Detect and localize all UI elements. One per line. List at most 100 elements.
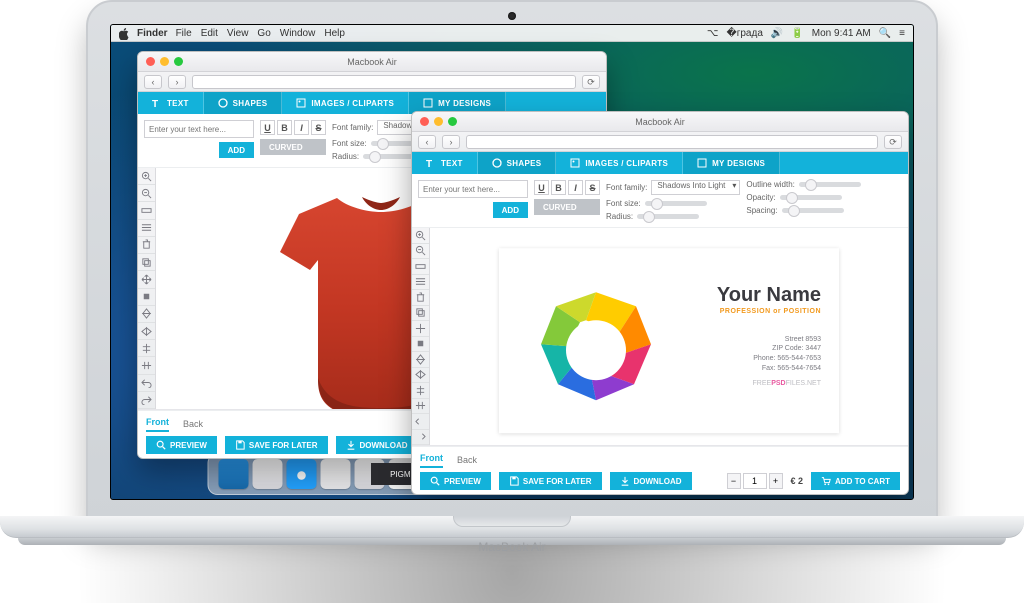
spotlight-icon[interactable]: 🔍 — [879, 28, 891, 39]
text-input[interactable] — [144, 120, 254, 138]
battery-icon[interactable]: 🔋 — [791, 28, 803, 39]
dock-mail[interactable] — [321, 459, 351, 489]
view-back[interactable]: Back — [183, 419, 203, 432]
menubar-view[interactable]: View — [227, 28, 249, 39]
redo-tool[interactable] — [412, 430, 429, 446]
menubar-help[interactable]: Help — [324, 28, 345, 39]
spacing-slider[interactable] — [782, 208, 844, 213]
strike-button[interactable]: S — [311, 120, 326, 135]
bold-button[interactable]: B — [551, 180, 566, 195]
font-size-slider[interactable] — [645, 201, 707, 206]
tab-mydesigns[interactable]: MY DESIGNS — [683, 152, 780, 174]
ruler-tool[interactable] — [138, 202, 155, 219]
apple-menu-icon[interactable] — [119, 28, 129, 38]
wifi-icon[interactable]: �града — [726, 28, 762, 39]
dock-launchpad[interactable] — [253, 459, 283, 489]
align-h-tool[interactable] — [412, 383, 429, 399]
address-bar[interactable] — [466, 135, 878, 149]
undo-tool[interactable] — [138, 375, 155, 392]
download-icon — [346, 440, 356, 450]
font-family-select[interactable]: Shadows Into Light — [651, 180, 740, 195]
menubar-edit[interactable]: Edit — [201, 28, 218, 39]
qty-increment[interactable]: + — [769, 473, 783, 489]
download-button[interactable]: DOWNLOAD — [336, 436, 418, 454]
dock-finder[interactable] — [219, 459, 249, 489]
reload-button[interactable]: ⟳ — [582, 75, 600, 89]
zoom-out-tool[interactable] — [138, 185, 155, 202]
bold-button[interactable]: B — [277, 120, 292, 135]
save-button[interactable]: SAVE FOR LATER — [499, 472, 602, 490]
menubar-go[interactable]: Go — [257, 28, 270, 39]
window-titlebar[interactable]: Macbook Air — [138, 52, 606, 72]
dock-safari[interactable] — [287, 459, 317, 489]
menubar-window[interactable]: Window — [280, 28, 316, 39]
tab-images[interactable]: IMAGES / CLIPARTS — [556, 152, 683, 174]
flip-h-tool[interactable] — [138, 323, 155, 340]
tab-shapes[interactable]: SHAPES — [478, 152, 557, 174]
flip-v-tool[interactable] — [138, 306, 155, 323]
notification-center-icon[interactable]: ≡ — [899, 28, 905, 39]
save-button[interactable]: SAVE FOR LATER — [225, 436, 328, 454]
add-button[interactable]: ADD — [219, 142, 254, 158]
preview-button[interactable]: PREVIEW — [146, 436, 217, 454]
bring-front-tool[interactable] — [412, 337, 429, 353]
zoom-in-tool[interactable] — [412, 228, 429, 244]
opacity-slider[interactable] — [780, 195, 842, 200]
flip-h-tool[interactable] — [412, 368, 429, 384]
text-input[interactable] — [418, 180, 528, 198]
tab-text[interactable]: TTEXT — [412, 152, 478, 174]
underline-button[interactable]: U — [534, 180, 549, 195]
delete-tool[interactable] — [412, 290, 429, 306]
tab-images[interactable]: IMAGES / CLIPARTS — [282, 92, 409, 114]
zoom-out-tool[interactable] — [412, 244, 429, 260]
curved-button[interactable]: CURVED — [260, 139, 326, 155]
bring-front-tool[interactable] — [138, 289, 155, 306]
italic-button[interactable]: I — [568, 180, 583, 195]
ruler-tool[interactable] — [412, 259, 429, 275]
back-button[interactable]: ‹ — [144, 75, 162, 89]
grid-tool[interactable] — [138, 220, 155, 237]
align-v-tool[interactable] — [138, 357, 155, 374]
outline-width-slider[interactable] — [799, 182, 861, 187]
tab-shapes[interactable]: SHAPES — [204, 92, 283, 114]
qty-decrement[interactable]: − — [727, 473, 741, 489]
add-to-cart-button[interactable]: ADD TO CART — [811, 472, 900, 490]
redo-tool[interactable] — [138, 392, 155, 409]
strike-button[interactable]: S — [585, 180, 600, 195]
back-button[interactable]: ‹ — [418, 135, 436, 149]
curved-button[interactable]: CURVED — [534, 199, 600, 215]
zoom-in-tool[interactable] — [138, 168, 155, 185]
flip-v-tool[interactable] — [412, 352, 429, 368]
radius-slider[interactable] — [637, 214, 699, 219]
duplicate-tool[interactable] — [412, 306, 429, 322]
forward-button[interactable]: › — [442, 135, 460, 149]
view-front[interactable]: Front — [420, 453, 443, 468]
address-bar[interactable] — [192, 75, 576, 89]
preview-button[interactable]: PREVIEW — [420, 472, 491, 490]
add-button[interactable]: ADD — [493, 202, 528, 218]
qty-input[interactable] — [743, 473, 767, 489]
design-canvas[interactable]: Your Name PROFESSION or POSITION Street … — [430, 228, 908, 445]
align-v-tool[interactable] — [412, 399, 429, 415]
duplicate-tool[interactable] — [138, 254, 155, 271]
bluetooth-icon[interactable]: ⌥ — [707, 28, 719, 39]
volume-icon[interactable]: 🔊 — [771, 28, 783, 39]
align-h-tool[interactable] — [138, 340, 155, 357]
underline-button[interactable]: U — [260, 120, 275, 135]
window-titlebar[interactable]: Macbook Air — [412, 112, 908, 132]
move-tool[interactable] — [138, 271, 155, 288]
italic-button[interactable]: I — [294, 120, 309, 135]
download-button[interactable]: DOWNLOAD — [610, 472, 692, 490]
forward-button[interactable]: › — [168, 75, 186, 89]
menubar-file[interactable]: File — [176, 28, 192, 39]
delete-tool[interactable] — [138, 237, 155, 254]
menubar-app-name[interactable]: Finder — [137, 28, 168, 39]
grid-tool[interactable] — [412, 275, 429, 291]
undo-tool[interactable] — [412, 414, 429, 430]
view-back[interactable]: Back — [457, 455, 477, 468]
reload-button[interactable]: ⟳ — [884, 135, 902, 149]
view-front[interactable]: Front — [146, 417, 169, 432]
tab-text[interactable]: T TEXT — [138, 92, 204, 114]
menubar-clock[interactable]: Mon 9:41 AM — [812, 28, 871, 39]
move-tool[interactable] — [412, 321, 429, 337]
